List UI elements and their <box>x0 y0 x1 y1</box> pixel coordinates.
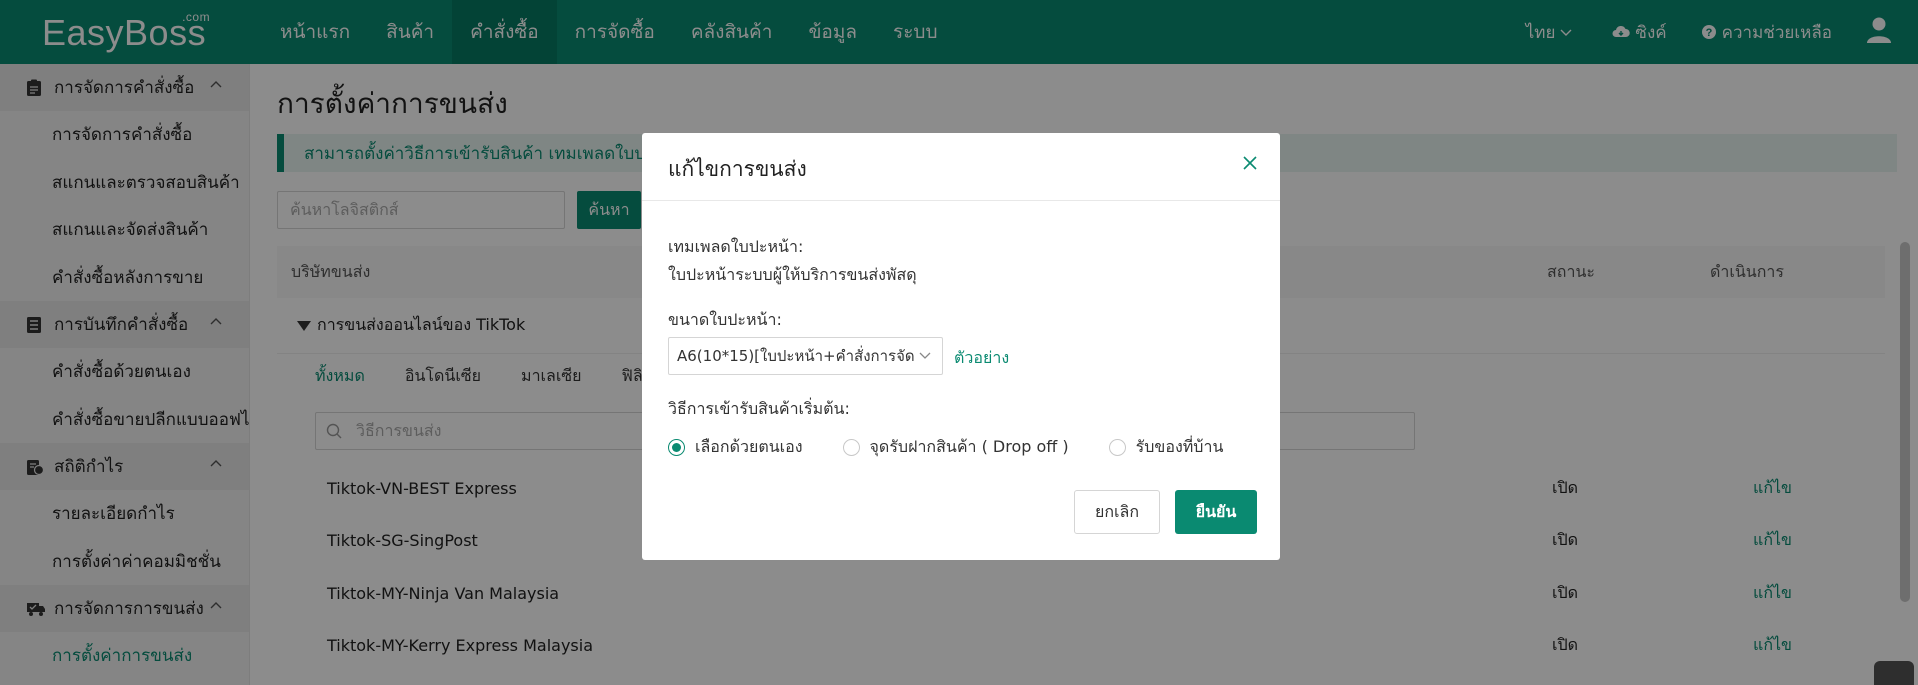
edit-shipping-modal: แก้ไขการขนส่ง เทมเพลดใบปะหน้า: ใบปะหน้าร… <box>642 133 1280 560</box>
size-label: ขนาดใบปะหน้า: <box>668 310 782 329</box>
radio-home-pickup[interactable]: รับของที่บ้าน <box>1108 435 1223 460</box>
template-label: เทมเพลดใบปะหน้า: <box>668 237 804 256</box>
label-size-select[interactable]: A6(10*15)[ใบปะหน้า+คำสั่งการจัด <box>668 337 943 375</box>
radio-drop-off[interactable]: จุดรับฝากสินค้า ( Drop off ) <box>842 435 1069 460</box>
modal-header: แก้ไขการขนส่ง <box>642 133 1280 201</box>
radio-self-select[interactable]: เลือกด้วยตนเอง <box>668 435 803 460</box>
radio-dot[interactable] <box>668 439 685 456</box>
label-size-value: A6(10*15)[ใบปะหน้า+คำสั่งการจัด <box>677 347 915 365</box>
radio-dot[interactable] <box>1108 439 1126 456</box>
pickup-radio-group: เลือกด้วยตนเอง จุดรับฝากสินค้า ( Drop of… <box>668 435 1223 460</box>
template-value: ใบปะหน้าระบบผู้ให้บริการขนส่งพัสดุ <box>668 265 917 284</box>
example-link[interactable]: ตัวอย่าง <box>954 346 1009 371</box>
close-icon[interactable] <box>1242 155 1258 171</box>
radio-dot[interactable] <box>842 439 860 456</box>
chevron-down-icon <box>919 352 931 359</box>
cancel-button[interactable]: ยกเลิก <box>1074 490 1160 534</box>
confirm-button[interactable]: ยืนยัน <box>1175 490 1257 534</box>
pickup-label: วิธีการเข้ารับสินค้าเริ่มต้น: <box>668 399 850 418</box>
modal-title: แก้ไขการขนส่ง <box>668 157 807 181</box>
